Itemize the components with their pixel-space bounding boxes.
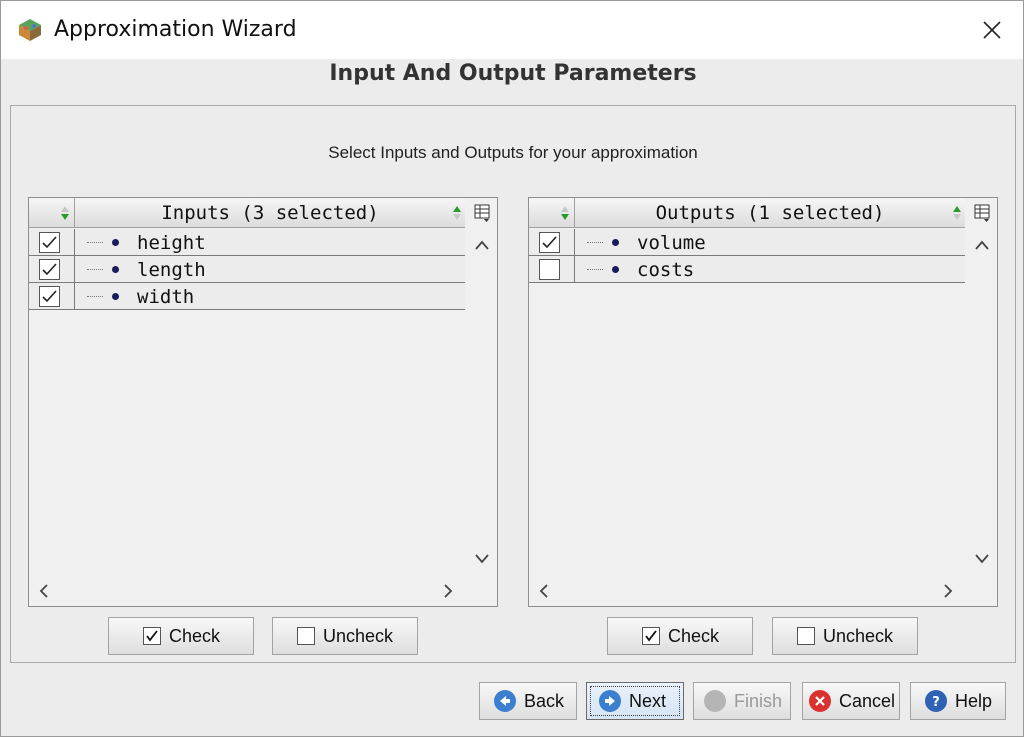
chevron-down-icon <box>474 554 489 564</box>
row-label: volume <box>637 232 706 254</box>
wizard-window: Approximation Wizard Input And Output Pa… <box>0 0 1024 737</box>
back-arrow-icon <box>494 690 516 712</box>
chevron-left-icon <box>39 584 48 598</box>
inputs-table-header: Inputs (3 selected) <box>29 198 465 228</box>
scroll-left-button[interactable] <box>531 576 557 606</box>
back-label: Back <box>524 690 565 711</box>
chevron-up-icon <box>474 240 489 250</box>
table-row[interactable]: width <box>29 283 465 310</box>
check-label: Check <box>169 625 221 646</box>
table-row[interactable]: height <box>29 229 465 256</box>
page-title: Input And Output Parameters <box>329 61 697 86</box>
svg-text:?: ? <box>932 695 940 708</box>
close-button[interactable] <box>975 13 1009 47</box>
inputs-uncheck-button[interactable]: Uncheck <box>272 617 418 655</box>
row-label: costs <box>637 259 695 281</box>
checked-box-icon <box>143 627 161 645</box>
help-question-icon: ? <box>925 690 947 712</box>
finish-label: Finish <box>734 690 783 711</box>
scroll-down-button[interactable] <box>966 546 997 572</box>
scroll-down-button[interactable] <box>466 546 497 572</box>
instruction-text: Select Inputs and Outputs for your appro… <box>328 143 698 162</box>
horizontal-scrollbar[interactable] <box>529 576 965 606</box>
bullet-icon <box>612 239 619 246</box>
row-checkbox[interactable] <box>39 232 60 253</box>
sort-icon <box>953 206 961 220</box>
outputs-table-header: Outputs (1 selected) <box>529 198 965 228</box>
checked-box-icon <box>642 627 660 645</box>
sort-icon <box>453 206 461 220</box>
vertical-scrollbar[interactable] <box>466 228 497 576</box>
check-column-header[interactable] <box>529 198 575 228</box>
inputs-header-label[interactable]: Inputs (3 selected) <box>75 198 465 228</box>
help-label: Help <box>955 690 993 711</box>
row-checkbox[interactable] <box>39 286 60 307</box>
row-label: height <box>137 232 206 254</box>
check-column-header[interactable] <box>29 198 75 228</box>
chevron-down-icon <box>974 554 989 564</box>
sort-icon <box>61 206 69 220</box>
title-bar: Approximation Wizard <box>1 1 1023 59</box>
checkmark-icon <box>42 263 57 276</box>
inputs-table: Inputs (3 selected) height length width <box>28 197 498 607</box>
scroll-left-button[interactable] <box>31 576 57 606</box>
inputs-check-button[interactable]: Check <box>108 617 254 655</box>
unchecked-box-icon <box>297 627 315 645</box>
column-chooser-icon <box>974 204 989 222</box>
cancel-button[interactable]: Cancel <box>802 682 900 720</box>
check-label: Check <box>668 625 720 646</box>
outputs-table: Outputs (1 selected) volume costs <box>528 197 998 607</box>
column-chooser-icon <box>474 204 489 222</box>
back-button[interactable]: Back <box>479 682 577 720</box>
row-checkbox[interactable] <box>39 259 60 280</box>
cancel-label: Cancel <box>839 690 896 711</box>
bullet-icon <box>112 239 119 246</box>
next-label: Next <box>629 690 667 711</box>
vertical-scrollbar[interactable] <box>966 228 997 576</box>
column-chooser-button[interactable] <box>966 198 997 228</box>
outputs-uncheck-button[interactable]: Uncheck <box>772 617 918 655</box>
scroll-right-button[interactable] <box>935 576 961 606</box>
checkmark-icon <box>42 236 57 249</box>
table-row[interactable]: length <box>29 256 465 283</box>
row-label: length <box>137 259 206 281</box>
chevron-left-icon <box>539 584 548 598</box>
app-icon <box>17 17 43 43</box>
finish-button[interactable]: Finish <box>693 682 791 720</box>
scroll-right-button[interactable] <box>435 576 461 606</box>
row-checkbox[interactable] <box>539 259 560 280</box>
checkmark-icon <box>542 236 557 249</box>
checkmark-icon <box>42 290 57 303</box>
scroll-up-button[interactable] <box>466 232 497 258</box>
next-button[interactable]: Next <box>586 682 684 720</box>
chevron-right-icon <box>444 584 453 598</box>
cancel-x-icon <box>809 690 831 712</box>
outputs-header-label[interactable]: Outputs (1 selected) <box>575 198 965 228</box>
help-button[interactable]: ? Help <box>910 682 1006 720</box>
row-label: width <box>137 286 195 308</box>
next-arrow-icon <box>599 690 621 712</box>
scroll-up-button[interactable] <box>966 232 997 258</box>
chevron-right-icon <box>944 584 953 598</box>
outputs-check-button[interactable]: Check <box>607 617 753 655</box>
table-row[interactable]: costs <box>529 256 965 283</box>
bullet-icon <box>112 266 119 273</box>
close-icon <box>983 21 1001 39</box>
uncheck-label: Uncheck <box>323 625 394 646</box>
chevron-up-icon <box>974 240 989 250</box>
table-row[interactable]: volume <box>529 229 965 256</box>
bullet-icon <box>612 266 619 273</box>
window-title: Approximation Wizard <box>54 17 297 42</box>
uncheck-label: Uncheck <box>823 625 894 646</box>
column-chooser-button[interactable] <box>466 198 497 228</box>
sort-icon <box>561 206 569 220</box>
unchecked-box-icon <box>797 627 815 645</box>
horizontal-scrollbar[interactable] <box>29 576 465 606</box>
row-checkbox[interactable] <box>539 232 560 253</box>
finish-icon <box>704 690 726 712</box>
bullet-icon <box>112 293 119 300</box>
